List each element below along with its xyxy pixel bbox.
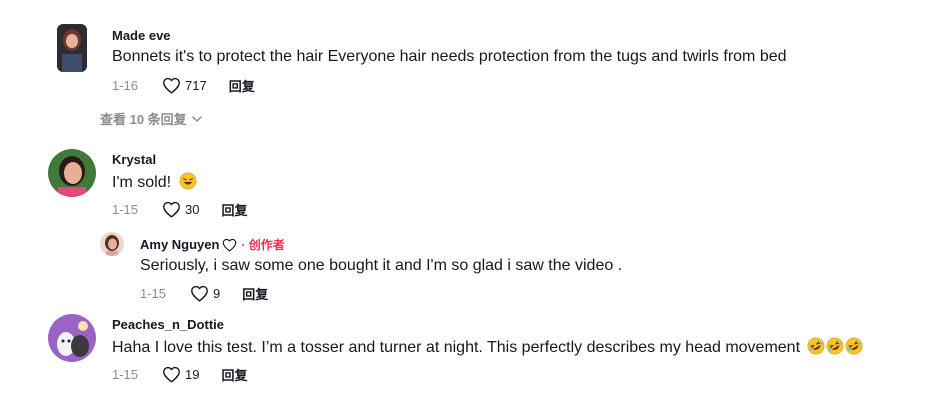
username[interactable]: Krystal bbox=[112, 152, 156, 167]
heart-icon bbox=[162, 201, 181, 218]
heart-icon bbox=[222, 238, 237, 252]
chevron-down-icon bbox=[191, 115, 202, 122]
comment-date: 1-15 bbox=[140, 286, 167, 301]
avatar[interactable] bbox=[48, 149, 96, 197]
rofl-emoji-icon bbox=[826, 337, 844, 355]
comment-text: Haha I love this test. I’m a tosser and … bbox=[112, 337, 863, 357]
username[interactable]: Amy Nguyen · 创作者 bbox=[140, 236, 285, 253]
like-button[interactable]: 19 bbox=[162, 366, 199, 383]
creator-badge: · 创作者 bbox=[241, 238, 285, 252]
like-count: 30 bbox=[185, 202, 200, 217]
comment-meta: 1-15 30 回复 bbox=[112, 200, 247, 219]
like-count: 19 bbox=[185, 367, 200, 382]
like-count: 9 bbox=[213, 286, 221, 301]
comment-text-content: Haha I love this test. I’m a tosser and … bbox=[112, 339, 801, 356]
comment-meta: 1-16 717 回复 bbox=[112, 76, 255, 95]
reply-button[interactable]: 回复 bbox=[242, 284, 268, 303]
username[interactable]: Peaches_n_Dottie bbox=[112, 317, 224, 332]
heart-icon bbox=[162, 366, 181, 383]
heart-icon bbox=[162, 77, 181, 94]
grinning-face-emoji-icon bbox=[179, 172, 197, 190]
reply-button[interactable]: 回复 bbox=[229, 76, 255, 95]
comment-meta: 1-15 9 回复 bbox=[140, 284, 268, 303]
heart-icon bbox=[190, 285, 209, 302]
comment-text: Bonnets it's to protect the hair Everyon… bbox=[112, 48, 787, 65]
username-text: Amy Nguyen bbox=[140, 237, 220, 252]
view-replies-button[interactable]: 查看 10 条回复 bbox=[100, 109, 203, 128]
view-replies-label: 查看 10 条回复 bbox=[100, 112, 187, 127]
like-button[interactable]: 9 bbox=[190, 285, 220, 302]
comment-date: 1-15 bbox=[112, 367, 139, 382]
username[interactable]: Made eve bbox=[112, 28, 171, 43]
like-button[interactable]: 717 bbox=[162, 77, 207, 94]
comment-text: Seriously, i saw some one bought it and … bbox=[140, 257, 623, 274]
comment-text: I'm sold! bbox=[112, 172, 197, 192]
comment-meta: 1-15 19 回复 bbox=[112, 365, 247, 384]
avatar[interactable] bbox=[100, 232, 124, 256]
avatar[interactable] bbox=[48, 314, 96, 362]
comment-date: 1-16 bbox=[112, 78, 139, 93]
like-button[interactable]: 30 bbox=[162, 201, 199, 218]
rofl-emoji-icon bbox=[807, 337, 825, 355]
like-count: 717 bbox=[185, 78, 207, 93]
comment-date: 1-15 bbox=[112, 202, 139, 217]
avatar[interactable] bbox=[57, 24, 87, 72]
reply-button[interactable]: 回复 bbox=[221, 200, 247, 219]
comment-text-content: I'm sold! bbox=[112, 174, 172, 191]
rofl-emoji-icon bbox=[845, 337, 863, 355]
reply-button[interactable]: 回复 bbox=[221, 365, 247, 384]
